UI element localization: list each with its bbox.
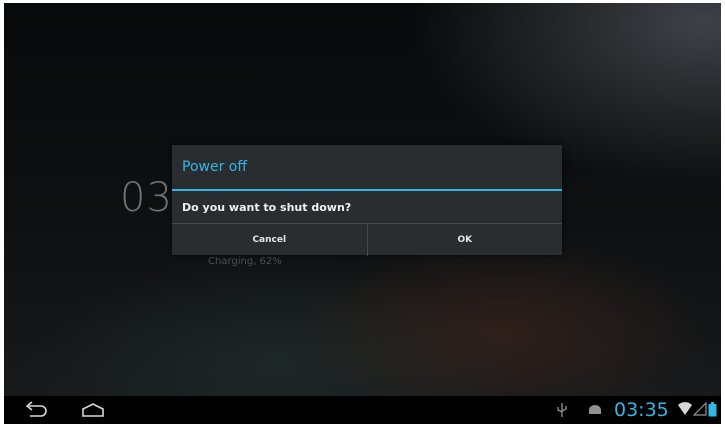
navigation-bar: 03:35 (4, 396, 721, 424)
status-time: 03:35 (614, 399, 669, 421)
device-frame: 03 Charging, 62% Power off Do you want t… (4, 3, 721, 424)
usb-icon (557, 403, 567, 417)
wifi-icon (678, 402, 692, 415)
dialog-title: Power off (182, 159, 247, 175)
android-debug-icon (589, 405, 601, 414)
power-off-dialog: Power off Do you want to shut down? Canc… (172, 145, 562, 256)
dialog-message: Do you want to shut down? (182, 201, 352, 214)
signal-icon (693, 402, 707, 416)
cancel-button[interactable]: Cancel (172, 224, 367, 256)
back-arrow-icon[interactable] (22, 400, 48, 420)
charging-status: Charging, 62% (208, 256, 282, 267)
ok-button[interactable]: OK (366, 224, 563, 256)
dialog-title-divider (172, 189, 562, 191)
home-icon[interactable] (80, 400, 106, 420)
lockscreen-clock: 03 (120, 175, 173, 221)
dialog-button-bar: Cancel OK (172, 223, 562, 256)
lockscreen-background: 03 Charging, 62% Power off Do you want t… (4, 3, 721, 396)
battery-icon (708, 402, 717, 417)
